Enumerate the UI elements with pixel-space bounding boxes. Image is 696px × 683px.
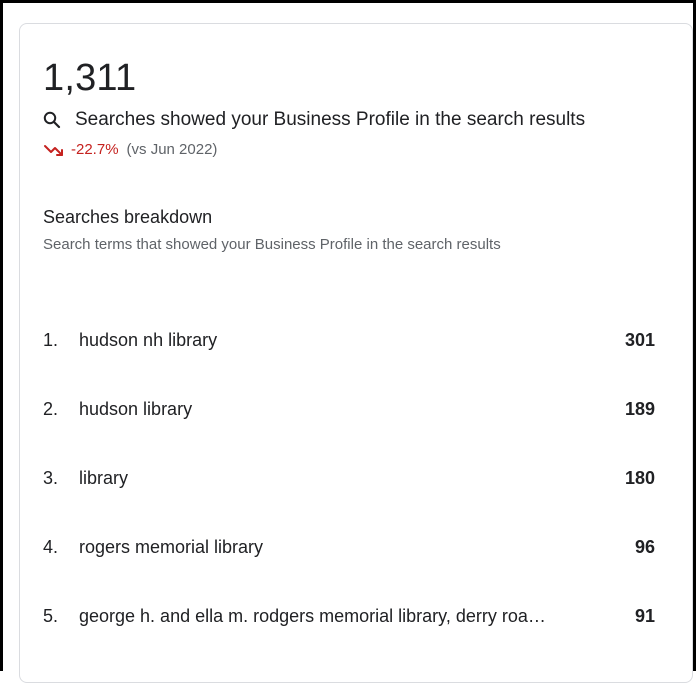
item-term: george h. and ella m. rodgers memorial l… <box>79 605 546 626</box>
item-term: hudson library <box>79 398 193 419</box>
search-icon <box>43 111 61 129</box>
metric-description: Searches showed your Business Profile in… <box>75 109 586 130</box>
item-count: 189 <box>624 398 655 419</box>
trend-comparison: (vs Jun 2022) <box>126 141 218 158</box>
list-item[interactable]: 1. hudson nh library 301 <box>43 325 655 355</box>
item-rank: 1. <box>43 329 59 350</box>
trend-row: -22.7% (vs Jun 2022) <box>43 141 217 158</box>
item-rank: 5. <box>43 605 59 626</box>
trending-down-icon <box>43 142 65 158</box>
trend-value: -22.7% <box>71 141 119 158</box>
list-item[interactable]: 2. hudson library 189 <box>43 394 655 424</box>
item-term: hudson nh library <box>79 329 218 350</box>
item-rank: 2. <box>43 398 59 419</box>
metric-description-row: Searches showed your Business Profile in… <box>43 109 585 131</box>
list-item[interactable]: 4. rogers memorial library 96 <box>43 532 655 562</box>
total-searches-value: 1,311 <box>43 57 137 99</box>
breakdown-subtitle: Search terms that showed your Business P… <box>43 236 501 253</box>
item-count: 301 <box>624 329 655 350</box>
item-count: 91 <box>634 605 655 626</box>
item-rank: 4. <box>43 536 59 557</box>
item-count: 96 <box>634 536 655 557</box>
item-term: rogers memorial library <box>79 536 264 557</box>
list-item[interactable]: 5. george h. and ella m. rodgers memoria… <box>43 601 655 631</box>
item-term: library <box>79 467 129 488</box>
window-frame: 1,311 Searches showed your Business Prof… <box>0 0 696 683</box>
list-item[interactable]: 3. library 180 <box>43 463 655 493</box>
item-count: 180 <box>624 467 655 488</box>
breakdown-title: Searches breakdown <box>43 207 213 227</box>
item-rank: 3. <box>43 467 59 488</box>
